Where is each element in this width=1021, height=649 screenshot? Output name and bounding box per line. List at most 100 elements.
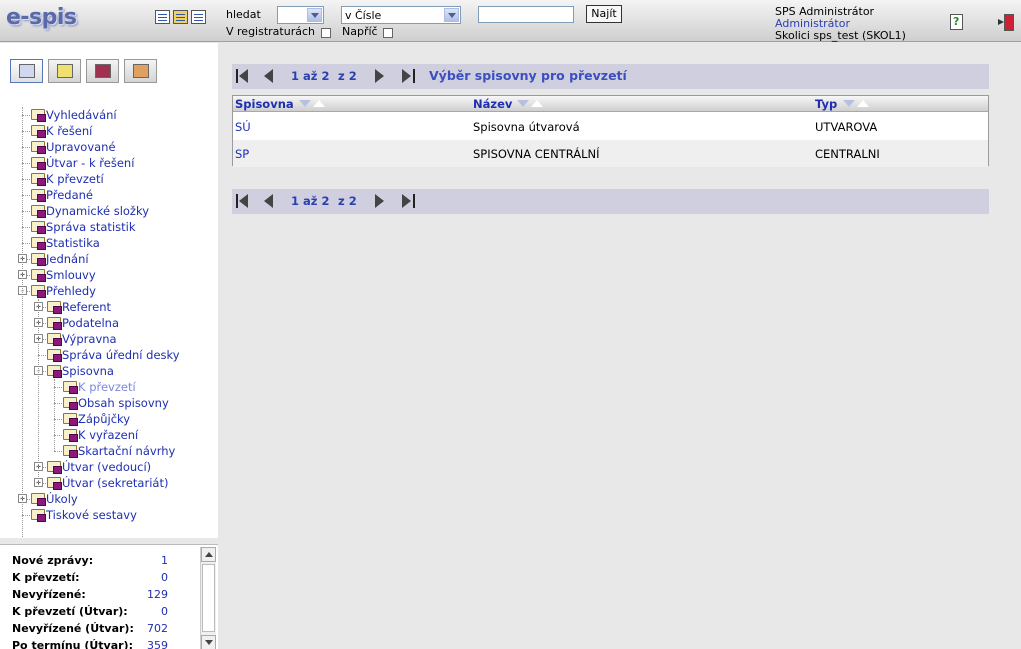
prev-page-icon[interactable] bbox=[261, 194, 277, 208]
sort-desc-icon[interactable] bbox=[299, 100, 311, 107]
search-button[interactable]: Najít bbox=[586, 5, 622, 23]
tree-item[interactable]: K vyřazení bbox=[0, 427, 218, 443]
tree-item-label[interactable]: Dynamické složky bbox=[46, 204, 149, 218]
across-checkbox[interactable] bbox=[383, 28, 393, 38]
stat-value[interactable]: 129 bbox=[147, 588, 168, 601]
tree-item-label[interactable]: Správa úřední desky bbox=[62, 348, 180, 362]
tree-item[interactable]: + Úkoly bbox=[0, 491, 218, 507]
tree-item[interactable]: Zápůjčky bbox=[0, 411, 218, 427]
scroll-thumb[interactable] bbox=[202, 564, 215, 632]
tree-item[interactable]: + Jednání bbox=[0, 251, 218, 267]
sort-desc-icon[interactable] bbox=[517, 100, 529, 107]
sort-typ[interactable] bbox=[843, 100, 877, 108]
tree-item[interactable]: + Podatelna bbox=[0, 315, 218, 331]
scroll-up-icon[interactable] bbox=[201, 547, 216, 562]
tree-item[interactable]: Obsah spisovny bbox=[0, 395, 218, 411]
tree-item-label[interactable]: Referent bbox=[62, 300, 111, 314]
tree-item-label[interactable]: Tiskové sestavy bbox=[46, 508, 137, 522]
sort-desc-icon[interactable] bbox=[843, 100, 855, 107]
help-icon[interactable] bbox=[950, 14, 963, 30]
tree-item-label[interactable]: K řešení bbox=[46, 124, 92, 138]
tree-item[interactable]: - Přehledy bbox=[0, 283, 218, 299]
table-row[interactable]: SP SPISOVNA CENTRÁLNÍ CENTRALNI bbox=[233, 140, 988, 167]
tree-item-label[interactable]: Předané bbox=[46, 188, 93, 202]
stat-value[interactable]: 0 bbox=[161, 605, 168, 618]
form-icon[interactable] bbox=[173, 10, 188, 24]
search-input[interactable] bbox=[478, 6, 574, 23]
stat-value[interactable]: 0 bbox=[161, 571, 168, 584]
tree-item[interactable]: K převzetí bbox=[0, 171, 218, 187]
col-header-nazev[interactable]: Název bbox=[473, 97, 512, 111]
tree-item-label[interactable]: Útvar - k řešení bbox=[46, 156, 134, 170]
sort-spisovna[interactable] bbox=[299, 100, 333, 108]
tree-item[interactable]: Správa statistik bbox=[0, 219, 218, 235]
tree-item-label[interactable]: Spisovna bbox=[62, 364, 114, 378]
stat-row[interactable]: K převzetí (Útvar): 0 bbox=[12, 605, 172, 621]
sort-asc-icon[interactable] bbox=[531, 100, 543, 107]
tree-item-label[interactable]: Útvar (sekretariát) bbox=[62, 476, 168, 490]
stat-row[interactable]: Nové zprávy: 1 bbox=[12, 554, 172, 570]
prev-page-icon[interactable] bbox=[261, 69, 277, 83]
tree-item-label[interactable]: Smlouvy bbox=[46, 268, 96, 282]
tab-documents[interactable] bbox=[10, 59, 43, 83]
in-registers-checkbox[interactable] bbox=[321, 28, 331, 38]
next-page-icon[interactable] bbox=[373, 194, 389, 208]
logout-icon[interactable] bbox=[998, 14, 1014, 31]
tree-item[interactable]: Správa úřední desky bbox=[0, 347, 218, 363]
scroll-down-icon[interactable] bbox=[201, 635, 216, 649]
stat-value[interactable]: 702 bbox=[147, 622, 168, 635]
sort-asc-icon[interactable] bbox=[313, 100, 325, 107]
tree-item[interactable]: + Smlouvy bbox=[0, 267, 218, 283]
col-header-typ[interactable]: Typ bbox=[815, 97, 837, 111]
tree-item[interactable]: Útvar - k řešení bbox=[0, 155, 218, 171]
tree-item[interactable]: + Útvar (vedoucí) bbox=[0, 459, 218, 475]
tree-item[interactable]: Předané bbox=[0, 187, 218, 203]
tree-item-label[interactable]: Statistika bbox=[46, 236, 100, 250]
tree-item[interactable]: K řešení bbox=[0, 123, 218, 139]
tree-item[interactable]: + Referent bbox=[0, 299, 218, 315]
tree-item[interactable]: Statistika bbox=[0, 235, 218, 251]
tree-item-label[interactable]: Zápůjčky bbox=[78, 412, 130, 426]
sort-nazev[interactable] bbox=[517, 100, 551, 108]
last-page-icon[interactable] bbox=[400, 69, 416, 83]
first-page-icon[interactable] bbox=[235, 194, 251, 208]
tree-item-label[interactable]: K převzetí bbox=[78, 380, 136, 394]
tree-item-label[interactable]: Výpravna bbox=[62, 332, 117, 346]
last-page-icon[interactable] bbox=[400, 194, 416, 208]
sort-asc-icon[interactable] bbox=[857, 100, 869, 107]
col-header-spisovna[interactable]: Spisovna bbox=[235, 97, 294, 111]
tree-item-label[interactable]: K vyřazení bbox=[78, 428, 138, 442]
stat-row[interactable]: Po termínu (Útvar): 359 bbox=[12, 639, 172, 649]
tree-item-label[interactable]: K převzetí bbox=[46, 172, 104, 186]
first-page-icon[interactable] bbox=[235, 69, 251, 83]
tree-item[interactable]: - Spisovna bbox=[0, 363, 218, 379]
tree-item-label[interactable]: Přehledy bbox=[46, 284, 96, 298]
search-type-select[interactable] bbox=[277, 6, 324, 24]
tree-item[interactable]: Tiskové sestavy bbox=[0, 507, 218, 523]
tree-item[interactable]: Upravované bbox=[0, 139, 218, 155]
stat-value[interactable]: 359 bbox=[147, 639, 168, 649]
table-row[interactable]: SÚ Spisovna útvarová UTVAROVA bbox=[233, 113, 988, 140]
tree-item-label[interactable]: Obsah spisovny bbox=[78, 396, 169, 410]
tree-item[interactable]: Skartační návrhy bbox=[0, 443, 218, 459]
tree-item-label[interactable]: Skartační návrhy bbox=[78, 444, 175, 458]
search-scope-select[interactable]: v Čísle bbox=[341, 6, 461, 24]
tab-binder[interactable] bbox=[48, 59, 81, 83]
detail-icon[interactable] bbox=[191, 10, 206, 24]
tree-item-label[interactable]: Podatelna bbox=[62, 316, 119, 330]
list-icon[interactable] bbox=[155, 10, 170, 24]
stat-row[interactable]: K převzetí: 0 bbox=[12, 571, 172, 587]
tree-item-label[interactable]: Upravované bbox=[46, 140, 116, 154]
tree-item-label[interactable]: Správa statistik bbox=[46, 220, 136, 234]
stat-row[interactable]: Nevyřízené: 129 bbox=[12, 588, 172, 604]
tree-item-label[interactable]: Vyhledávání bbox=[46, 108, 117, 122]
tree-item[interactable]: Dynamické složky bbox=[0, 203, 218, 219]
tab-books[interactable] bbox=[86, 59, 119, 83]
tree-item-label[interactable]: Úkoly bbox=[46, 492, 78, 506]
cell-code[interactable]: SÚ bbox=[235, 120, 251, 134]
stat-value[interactable]: 1 bbox=[161, 554, 168, 567]
tree-item[interactable]: + Útvar (sekretariát) bbox=[0, 475, 218, 491]
tab-tools[interactable] bbox=[124, 59, 157, 83]
stats-scrollbar[interactable] bbox=[200, 547, 216, 649]
stat-row[interactable]: Nevyřízené (Útvar): 702 bbox=[12, 622, 172, 638]
